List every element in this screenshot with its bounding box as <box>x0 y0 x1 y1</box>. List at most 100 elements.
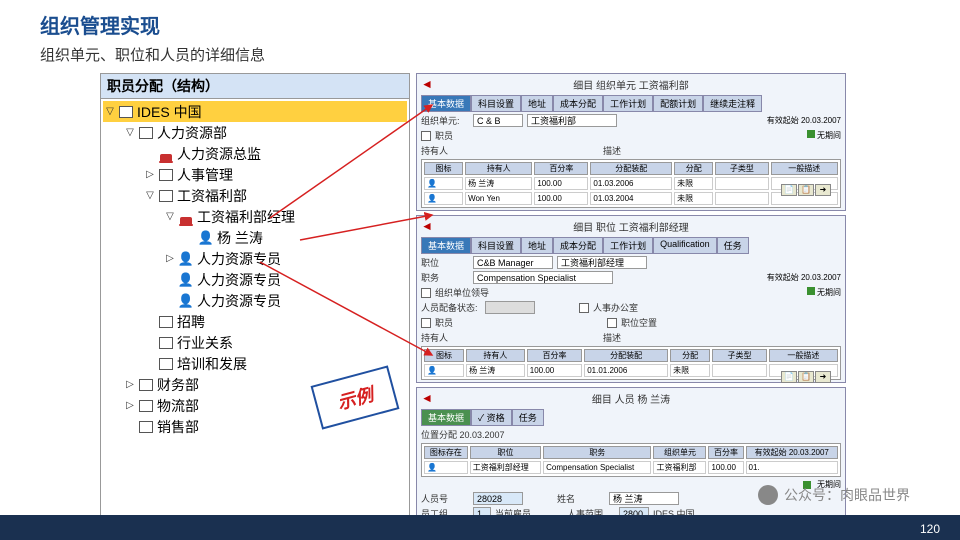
page-subtitle: 组织单元、职位和人员的详细信息 <box>0 44 960 73</box>
tree-item-yang[interactable]: 👤 杨 兰涛 <box>103 227 407 248</box>
tree-label: 物流部 <box>157 396 199 416</box>
staff-checkbox[interactable] <box>421 318 431 328</box>
tab-cost[interactable]: 成本分配 <box>553 95 603 112</box>
tree-item-recruit[interactable]: 招聘 <box>103 311 407 332</box>
tab-qual[interactable]: Qualification <box>653 237 717 254</box>
tab-bar: 基本数据 科目设置 地址 成本分配 工作计划 配额计划 继续走注释 <box>421 95 841 112</box>
name-label: 姓名 <box>557 492 605 505</box>
col-date[interactable]: 有效起始 20.03.2007 <box>746 446 838 459</box>
vacant-checkbox[interactable] <box>607 318 617 328</box>
tree-item-training[interactable]: 培训和发展 <box>103 353 407 374</box>
action-icon[interactable]: ➜ <box>815 371 831 383</box>
vacant-label: 职位空置 <box>621 316 669 329</box>
pointer-icon: ◄ <box>421 219 433 233</box>
collapse-icon[interactable]: ▷ <box>163 252 177 266</box>
empno-value: 28028 <box>473 492 523 505</box>
table-row[interactable]: 👤工资福利部经理Compensation Specialist工资福利部100.… <box>424 461 838 474</box>
table-row[interactable]: 👤杨 兰涛100.0001.01.2006未限 📄📋➜ <box>424 364 838 377</box>
staff-checkbox[interactable] <box>421 131 431 141</box>
pos-value[interactable]: C&B Manager <box>473 256 553 269</box>
expand-icon[interactable]: ▽ <box>103 105 117 119</box>
tab-basic[interactable]: 基本数据 <box>421 409 471 426</box>
org-unit-icon <box>139 127 153 139</box>
collapse-icon[interactable]: ▷ <box>143 168 157 182</box>
tab-cost[interactable]: 成本分配 <box>553 237 603 254</box>
tab-quota[interactable]: 配额计划 <box>653 95 703 112</box>
expand-icon[interactable]: ▽ <box>123 126 137 140</box>
tab-addr[interactable]: 地址 <box>521 237 553 254</box>
tree-root[interactable]: ▽ IDES 中国 <box>103 101 407 122</box>
tree-item-hrspec3[interactable]: 👤 人力资源专员 <box>103 290 407 311</box>
pos-desc[interactable]: 工资福利部经理 <box>557 256 647 269</box>
tab-plan[interactable]: 工作计划 <box>603 95 653 112</box>
status-icon <box>807 287 815 295</box>
collapse-icon[interactable]: ▷ <box>123 399 137 413</box>
tree-item-compben[interactable]: ▽ 工资福利部 <box>103 185 407 206</box>
card-title: 细目 组织单元 工资福利部 <box>421 76 841 93</box>
tab-task[interactable]: 任务 <box>512 409 544 426</box>
collapse-icon[interactable]: ▷ <box>123 378 137 392</box>
col-subtype[interactable]: 子类型 <box>715 162 768 175</box>
tree-item-compben-mgr[interactable]: ▽ 工资福利部经理 <box>103 206 407 227</box>
tree-label: 人事管理 <box>177 165 233 185</box>
tree-item-hr[interactable]: ▽ 人力资源部 <box>103 122 407 143</box>
leader-checkbox[interactable] <box>421 288 431 298</box>
holder-label: 持有人 <box>421 331 469 344</box>
tab-acct[interactable]: 科目设置 <box>471 237 521 254</box>
col-holder[interactable]: 持有人 <box>465 162 532 175</box>
tab-task[interactable]: 任务 <box>717 237 749 254</box>
office-checkbox[interactable] <box>579 303 589 313</box>
col-desc[interactable]: 一般描述 <box>771 162 839 175</box>
tab-qual[interactable]: ✓ 资格 <box>471 409 512 426</box>
col-org[interactable]: 组织单元 <box>653 446 706 459</box>
col-pct[interactable]: 百分率 <box>534 162 588 175</box>
col-pos[interactable]: 职位 <box>470 446 541 459</box>
col-stored[interactable]: 图标存在 <box>424 446 468 459</box>
tab-basic[interactable]: 基本数据 <box>421 95 471 112</box>
unlimited-label: 无期间 <box>817 131 841 140</box>
unit-value[interactable]: C & B <box>473 114 523 127</box>
tab-addr[interactable]: 地址 <box>521 95 553 112</box>
holder-label: 持有人 <box>421 144 469 157</box>
col-pct[interactable]: 百分率 <box>708 446 743 459</box>
action-icon[interactable]: 📄 <box>781 371 797 383</box>
org-unit-detail-card: ◄ 细目 组织单元 工资福利部 基本数据 科目设置 地址 成本分配 工作计划 配… <box>416 73 846 211</box>
empno-label: 人员号 <box>421 492 469 505</box>
action-icon[interactable]: 📄 <box>781 184 797 196</box>
expand-icon[interactable]: ▽ <box>143 189 157 203</box>
tree-label: 杨 兰涛 <box>217 228 263 248</box>
tree-label: 人力资源总监 <box>177 144 261 164</box>
footer-bar <box>0 515 960 540</box>
tab-basic[interactable]: 基本数据 <box>421 237 471 254</box>
tree-item-hrspec1[interactable]: ▷ 👤 人力资源专员 <box>103 248 407 269</box>
holder-table: 图标 持有人 百分率 分配装配 分配 子类型 一般描述 👤杨 兰涛100.000… <box>421 159 841 208</box>
col-alloc[interactable]: 分配 <box>674 162 713 175</box>
action-icon[interactable]: ➜ <box>815 184 831 196</box>
position-icon: 👤 <box>179 273 193 287</box>
tree-item-sales[interactable]: 销售部 <box>103 416 407 437</box>
tab-acct[interactable]: 科目设置 <box>471 95 521 112</box>
stamp-text: 示例 <box>334 380 376 414</box>
wechat-icon <box>758 485 778 505</box>
unit-desc[interactable]: 工资福利部 <box>527 114 617 127</box>
action-icon[interactable]: 📋 <box>798 371 814 383</box>
tab-plan[interactable]: 工作计划 <box>603 237 653 254</box>
job-value[interactable]: Compensation Specialist <box>473 271 613 284</box>
col-assign[interactable]: 分配装配 <box>590 162 672 175</box>
col-job[interactable]: 职务 <box>543 446 651 459</box>
col-icon[interactable]: 图标 <box>424 162 463 175</box>
unit-label: 组织单元: <box>421 114 469 127</box>
tree-label: 财务部 <box>157 375 199 395</box>
watermark-text: 公众号：肉眼品世界 <box>784 485 910 505</box>
table-row[interactable]: 👤Won Yen100.0001.03.2004未限 <box>424 192 838 205</box>
table-row[interactable]: 👤杨 兰涛100.0001.03.2006未限 📄📋➜ <box>424 177 838 190</box>
tree-item-industry[interactable]: 行业关系 <box>103 332 407 353</box>
tree-item-personnel[interactable]: ▷ 人事管理 <box>103 164 407 185</box>
position-icon <box>179 210 193 224</box>
tree-label: 人力资源部 <box>157 123 227 143</box>
tree-item-hr-director[interactable]: 人力资源总监 <box>103 143 407 164</box>
action-icon[interactable]: 📋 <box>798 184 814 196</box>
tree-item-hrspec2[interactable]: 👤 人力资源专员 <box>103 269 407 290</box>
expand-icon[interactable]: ▽ <box>163 210 177 224</box>
tab-notes[interactable]: 继续走注释 <box>703 95 762 112</box>
